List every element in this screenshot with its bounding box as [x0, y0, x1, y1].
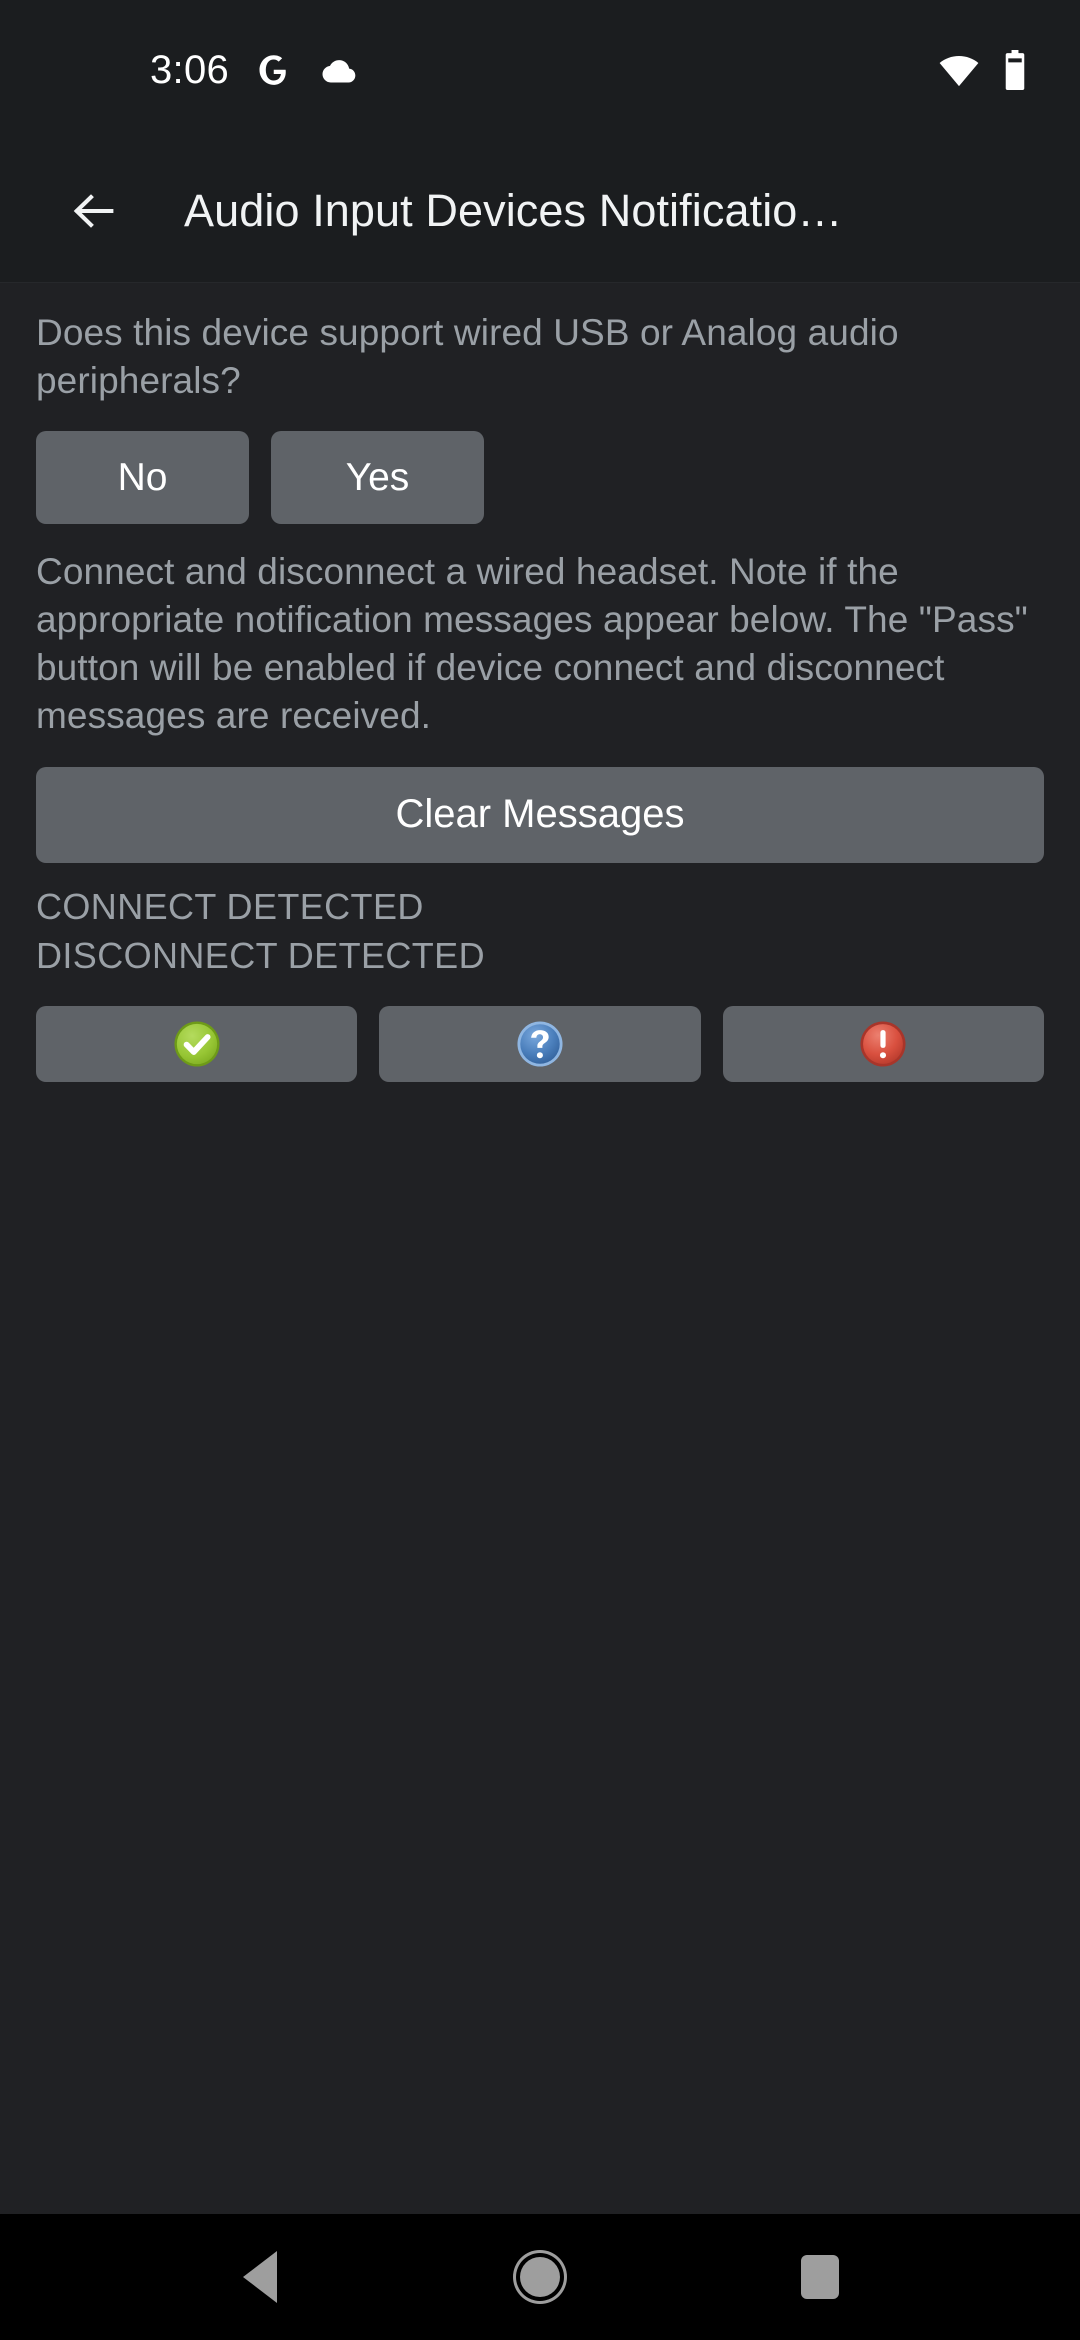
info-button[interactable]	[379, 1006, 701, 1083]
answer-no-button[interactable]: No	[36, 431, 249, 525]
status-bar-left: 3:06	[150, 48, 357, 93]
navigation-bar	[0, 2214, 1080, 2340]
cloud-icon	[317, 55, 357, 85]
verdict-button-row	[36, 1006, 1044, 1083]
nav-back-button[interactable]	[205, 2222, 315, 2332]
check-circle-icon	[171, 1018, 223, 1070]
wifi-icon	[938, 53, 980, 87]
app-bar: Audio Input Devices Notificatio…	[0, 140, 1080, 283]
instructions-text: Connect and disconnect a wired headset. …	[36, 551, 1028, 737]
fail-button[interactable]	[722, 1006, 1044, 1083]
clear-messages-button[interactable]: Clear Messages	[36, 766, 1044, 863]
message-log: CONNECT DETECTED DISCONNECT DETECTED	[36, 883, 1044, 981]
page-title: Audio Input Devices Notificatio…	[184, 185, 843, 236]
status-bar: 3:06	[0, 0, 1080, 140]
question-circle-icon	[514, 1018, 566, 1070]
message-disconnect-detected: DISCONNECT DETECTED	[36, 934, 485, 976]
status-bar-right	[938, 50, 1028, 90]
status-bar-clock: 3:06	[150, 47, 230, 92]
pass-button[interactable]	[36, 1006, 358, 1083]
battery-icon	[1002, 50, 1028, 90]
message-connect-detected: CONNECT DETECTED	[36, 885, 424, 927]
answer-button-row: No Yes	[36, 431, 1044, 525]
nav-home-icon	[520, 2257, 560, 2297]
phone-screen: 3:06 Audio Input Devices Notificatio… Do…	[0, 0, 1080, 2340]
main-content: Does this device support wired USB or An…	[0, 283, 1080, 2214]
google-g-icon	[255, 52, 291, 88]
nav-home-button[interactable]	[485, 2222, 595, 2332]
exclamation-circle-icon	[857, 1018, 909, 1070]
nav-recents-icon	[801, 2255, 839, 2299]
nav-back-icon	[243, 2251, 277, 2303]
answer-yes-button[interactable]: Yes	[271, 431, 484, 525]
back-button[interactable]	[46, 163, 142, 259]
back-arrow-icon	[68, 185, 120, 237]
support-question-text: Does this device support wired USB or An…	[36, 312, 899, 402]
nav-recents-button[interactable]	[765, 2222, 875, 2332]
